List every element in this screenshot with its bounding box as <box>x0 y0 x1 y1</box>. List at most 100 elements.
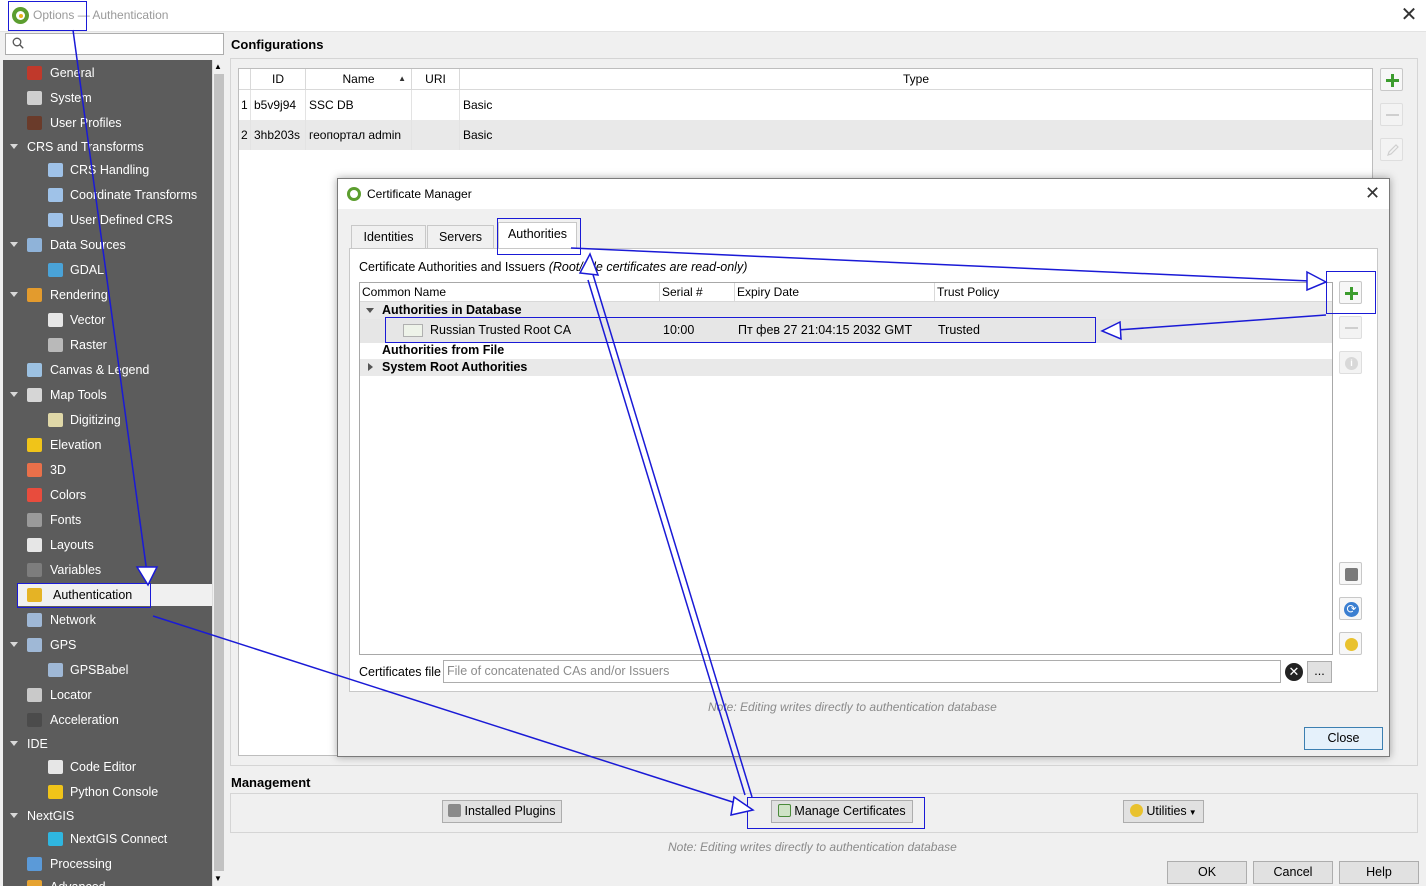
sidebar-item-variables[interactable]: Variables <box>3 559 213 581</box>
cancel-button[interactable]: Cancel <box>1253 861 1333 884</box>
clear-icon[interactable]: ✕ <box>1285 663 1303 681</box>
info-authority-button[interactable]: i <box>1339 351 1362 374</box>
sidebar-item-raster[interactable]: Raster <box>3 334 213 356</box>
refresh-button[interactable]: ⟳ <box>1339 597 1362 620</box>
config-type[interactable]: Basic <box>460 120 1372 150</box>
sidebar-item-processing[interactable]: Processing <box>3 853 213 875</box>
help-button[interactable]: Help <box>1339 861 1419 884</box>
code-icon <box>48 760 63 774</box>
search-icon <box>12 37 24 49</box>
column-header-name[interactable]: Name ▲ <box>306 69 412 90</box>
config-name[interactable]: SSC DB <box>306 90 412 120</box>
sidebar-item-code-editor[interactable]: Code Editor <box>3 756 213 778</box>
column-header-common-name[interactable]: Common Name <box>360 283 660 302</box>
sidebar-item-crs-and-transforms[interactable]: CRS and Transforms <box>3 136 213 158</box>
tree-group-file[interactable]: Authorities from File <box>360 343 1332 359</box>
column-header-id[interactable]: ID <box>251 69 306 90</box>
group-by-button[interactable] <box>1339 562 1362 585</box>
raster-icon <box>48 338 63 352</box>
sidebar-item-canvas-legend[interactable]: Canvas & Legend <box>3 359 213 381</box>
dialog-note: Note: Editing writes directly to authent… <box>708 700 997 714</box>
digitize-icon <box>48 413 63 427</box>
column-header-trust[interactable]: Trust Policy <box>935 283 1332 302</box>
sidebar-item-nextgis[interactable]: NextGIS <box>3 805 213 827</box>
options-search-input[interactable] <box>5 33 224 55</box>
sidebar-item-layouts[interactable]: Layouts <box>3 534 213 556</box>
annotation-box <box>747 797 925 829</box>
ok-button[interactable]: OK <box>1167 861 1247 884</box>
config-name[interactable]: геопортал admin <box>306 120 412 150</box>
sidebar-item-rendering[interactable]: Rendering <box>3 284 213 306</box>
nextgis-icon <box>48 832 63 846</box>
sidebar-item-gpsbabel[interactable]: GPSBabel <box>3 659 213 681</box>
window-close-button[interactable]: ✕ <box>1398 4 1420 26</box>
sidebar-item-colors[interactable]: Colors <box>3 484 213 506</box>
sidebar-item-python-console[interactable]: Python Console <box>3 781 213 803</box>
column-header-type[interactable]: Type <box>460 69 1372 90</box>
tab-servers[interactable]: Servers <box>427 225 494 248</box>
certificate-manager-dialog: Certificate Manager ✕ Identities Servers… <box>337 178 1390 757</box>
config-uri[interactable] <box>412 120 460 150</box>
sidebar-item-user-defined-crs[interactable]: User Defined CRS <box>3 209 213 231</box>
remove-config-button[interactable] <box>1380 103 1403 126</box>
plus-icon <box>1386 74 1399 87</box>
sidebar-item-acceleration[interactable]: Acceleration <box>3 709 213 731</box>
add-config-button[interactable] <box>1380 68 1403 91</box>
advanced-icon <box>27 880 42 886</box>
sidebar-item-label: Locator <box>50 688 92 702</box>
scroll-down-arrow-icon[interactable]: ▼ <box>214 874 222 883</box>
sidebar-scrollbar-thumb[interactable] <box>214 74 224 871</box>
read-only-hint: (Root/File certificates are read-only) <box>548 260 748 274</box>
globe-icon <box>48 188 63 202</box>
config-uri[interactable] <box>412 90 460 120</box>
sidebar-item-advanced[interactable]: Advanced <box>3 876 213 886</box>
utilities-button[interactable]: Utilities ▼ <box>1123 800 1204 823</box>
annotation-box <box>385 317 1096 343</box>
column-header-expiry[interactable]: Expiry Date <box>735 283 935 302</box>
sidebar-item-vector[interactable]: Vector <box>3 309 213 331</box>
sidebar-item-data-sources[interactable]: Data Sources <box>3 234 213 256</box>
sidebar-item-network[interactable]: Network <box>3 609 213 631</box>
configurations-title: Configurations <box>231 37 324 52</box>
tab-identities[interactable]: Identities <box>351 225 426 248</box>
sidebar-item-user-profiles[interactable]: User Profiles <box>3 112 213 134</box>
options-button[interactable] <box>1339 632 1362 655</box>
refresh-icon: ⟳ <box>1344 602 1359 617</box>
remove-authority-button[interactable] <box>1339 316 1362 339</box>
sidebar-item-label: GPS <box>50 638 77 652</box>
dialog-close-icon[interactable]: ✕ <box>1365 183 1380 204</box>
font-icon <box>27 513 42 527</box>
sidebar-item-elevation[interactable]: Elevation <box>3 434 213 456</box>
sidebar-item-coordinate-transforms[interactable]: Coordinate Transforms <box>3 184 213 206</box>
sidebar-item-map-tools[interactable]: Map Tools <box>3 384 213 406</box>
row-number: 2 <box>239 120 251 150</box>
sidebar-item-ide[interactable]: IDE <box>3 733 213 755</box>
group-label: System Root Authorities <box>382 360 528 374</box>
sidebar-item-label: Data Sources <box>50 238 126 252</box>
config-id[interactable]: b5v9j94 <box>251 90 306 120</box>
sidebar-item-3d[interactable]: 3D <box>3 459 213 481</box>
sidebar-item-general[interactable]: General <box>3 62 213 84</box>
scroll-up-arrow-icon[interactable]: ▲ <box>214 62 222 71</box>
edit-config-button[interactable] <box>1380 138 1403 161</box>
authorities-caption-text: Certificate Authorities and Issuers <box>359 260 549 274</box>
certificates-file-input[interactable]: File of concatenated CAs and/or Issuers <box>443 660 1281 683</box>
sidebar-item-system[interactable]: System <box>3 87 213 109</box>
config-id[interactable]: 3hb203s <box>251 120 306 150</box>
expand-arrow-icon <box>366 308 374 313</box>
sidebar-item-crs-handling[interactable]: CRS Handling <box>3 159 213 181</box>
column-header-serial[interactable]: Serial # <box>660 283 735 302</box>
close-button[interactable]: Close <box>1304 727 1383 750</box>
tree-group-system[interactable]: System Root Authorities <box>360 359 1332 376</box>
sidebar-item-locator[interactable]: Locator <box>3 684 213 706</box>
dropdown-arrow-icon: ▼ <box>1188 808 1197 817</box>
config-type[interactable]: Basic <box>460 90 1372 120</box>
sidebar-item-fonts[interactable]: Fonts <box>3 509 213 531</box>
installed-plugins-button[interactable]: Installed Plugins <box>442 800 562 823</box>
sidebar-item-digitizing[interactable]: Digitizing <box>3 409 213 431</box>
sidebar-item-gps[interactable]: GPS <box>3 634 213 656</box>
sidebar-item-nextgis-connect[interactable]: NextGIS Connect <box>3 828 213 850</box>
column-header-uri[interactable]: URI <box>412 69 460 90</box>
sidebar-item-gdal[interactable]: GDAL <box>3 259 213 281</box>
browse-file-button[interactable]: ... <box>1307 661 1332 683</box>
